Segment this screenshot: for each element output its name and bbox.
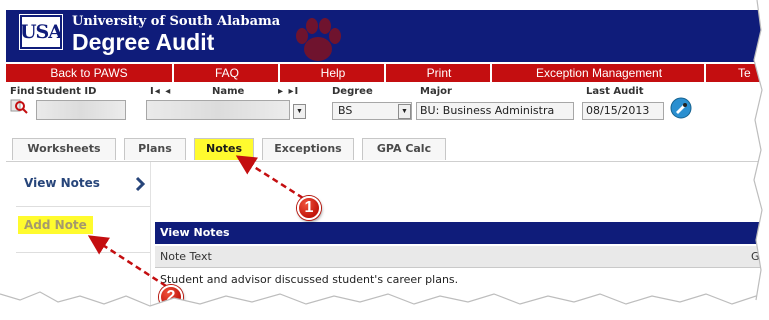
panel-divider	[150, 162, 151, 320]
app-header: USA University of South Alabama Degree A…	[6, 10, 769, 62]
main-menu: Back to PAWS FAQ Help Print Exception Ma…	[6, 64, 769, 82]
degree-value: BS	[338, 104, 353, 117]
callout-number-1: 1	[297, 196, 321, 220]
name-label: Name	[212, 86, 245, 97]
major-label: Major	[420, 86, 452, 97]
view-notes-panel-title: View Notes	[155, 222, 769, 244]
student-search-bar: Find Student ID I◂ ◂ Name ▸ ▸I ▼ Degree …	[6, 84, 769, 128]
next-student-nav[interactable]: ▸ ▸I	[278, 86, 299, 97]
add-note-link[interactable]: Add Note	[18, 216, 93, 234]
paw-print-icon	[296, 18, 341, 61]
student-id-field[interactable]	[36, 100, 126, 120]
menu-exception-management[interactable]: Exception Management	[494, 64, 706, 82]
view-notes-link[interactable]: View Notes	[24, 176, 100, 190]
audit-tabs: Worksheets Plans Notes Exceptions GPA Ca…	[6, 128, 769, 162]
nav-divider	[16, 252, 150, 253]
menu-more[interactable]: Te	[708, 64, 769, 82]
tab-gpa-calc[interactable]: GPA Calc	[362, 138, 446, 160]
find-magnifier-icon[interactable]	[10, 98, 28, 114]
note-text-column-header: Note Text	[160, 250, 212, 263]
process-audit-icon[interactable]	[670, 97, 692, 119]
column-header-right: G	[751, 250, 760, 263]
menu-back-to-paws[interactable]: Back to PAWS	[6, 64, 174, 82]
university-name: University of South Alabama	[72, 14, 281, 29]
student-id-label: Student ID	[36, 86, 97, 97]
last-audit-value: 08/15/2013	[586, 104, 650, 117]
last-audit-label: Last Audit	[586, 86, 644, 97]
usa-logo: USA	[19, 14, 63, 50]
tab-notes[interactable]: Notes	[194, 138, 254, 160]
tab-exceptions[interactable]: Exceptions	[262, 138, 354, 160]
major-value: BU: Business Administra	[420, 104, 555, 117]
degree-audit-screenshot: USA University of South Alabama Degree A…	[0, 0, 769, 320]
app-title: Degree Audit	[72, 29, 215, 55]
menu-faq[interactable]: FAQ	[176, 64, 280, 82]
arrow-to-notes-tab	[235, 155, 304, 200]
degree-label: Degree	[332, 86, 373, 97]
name-dropdown-icon[interactable]: ▼	[293, 104, 306, 119]
note-row[interactable]: Student and advisor discussed student's …	[155, 270, 769, 290]
notes-column-header: Note Text G	[155, 246, 769, 268]
callout-number-2: 2	[159, 285, 183, 309]
student-name-field[interactable]	[146, 100, 290, 120]
tab-plans[interactable]: Plans	[124, 138, 186, 160]
menu-print[interactable]: Print	[388, 64, 492, 82]
degree-dropdown-icon[interactable]: ▼	[398, 104, 411, 119]
previous-student-nav[interactable]: I◂ ◂	[150, 86, 171, 97]
nav-divider	[16, 206, 150, 207]
find-label: Find	[10, 86, 35, 97]
tab-worksheets[interactable]: Worksheets	[12, 138, 116, 160]
chevron-right-icon[interactable]	[134, 176, 146, 192]
menu-help[interactable]: Help	[282, 64, 386, 82]
